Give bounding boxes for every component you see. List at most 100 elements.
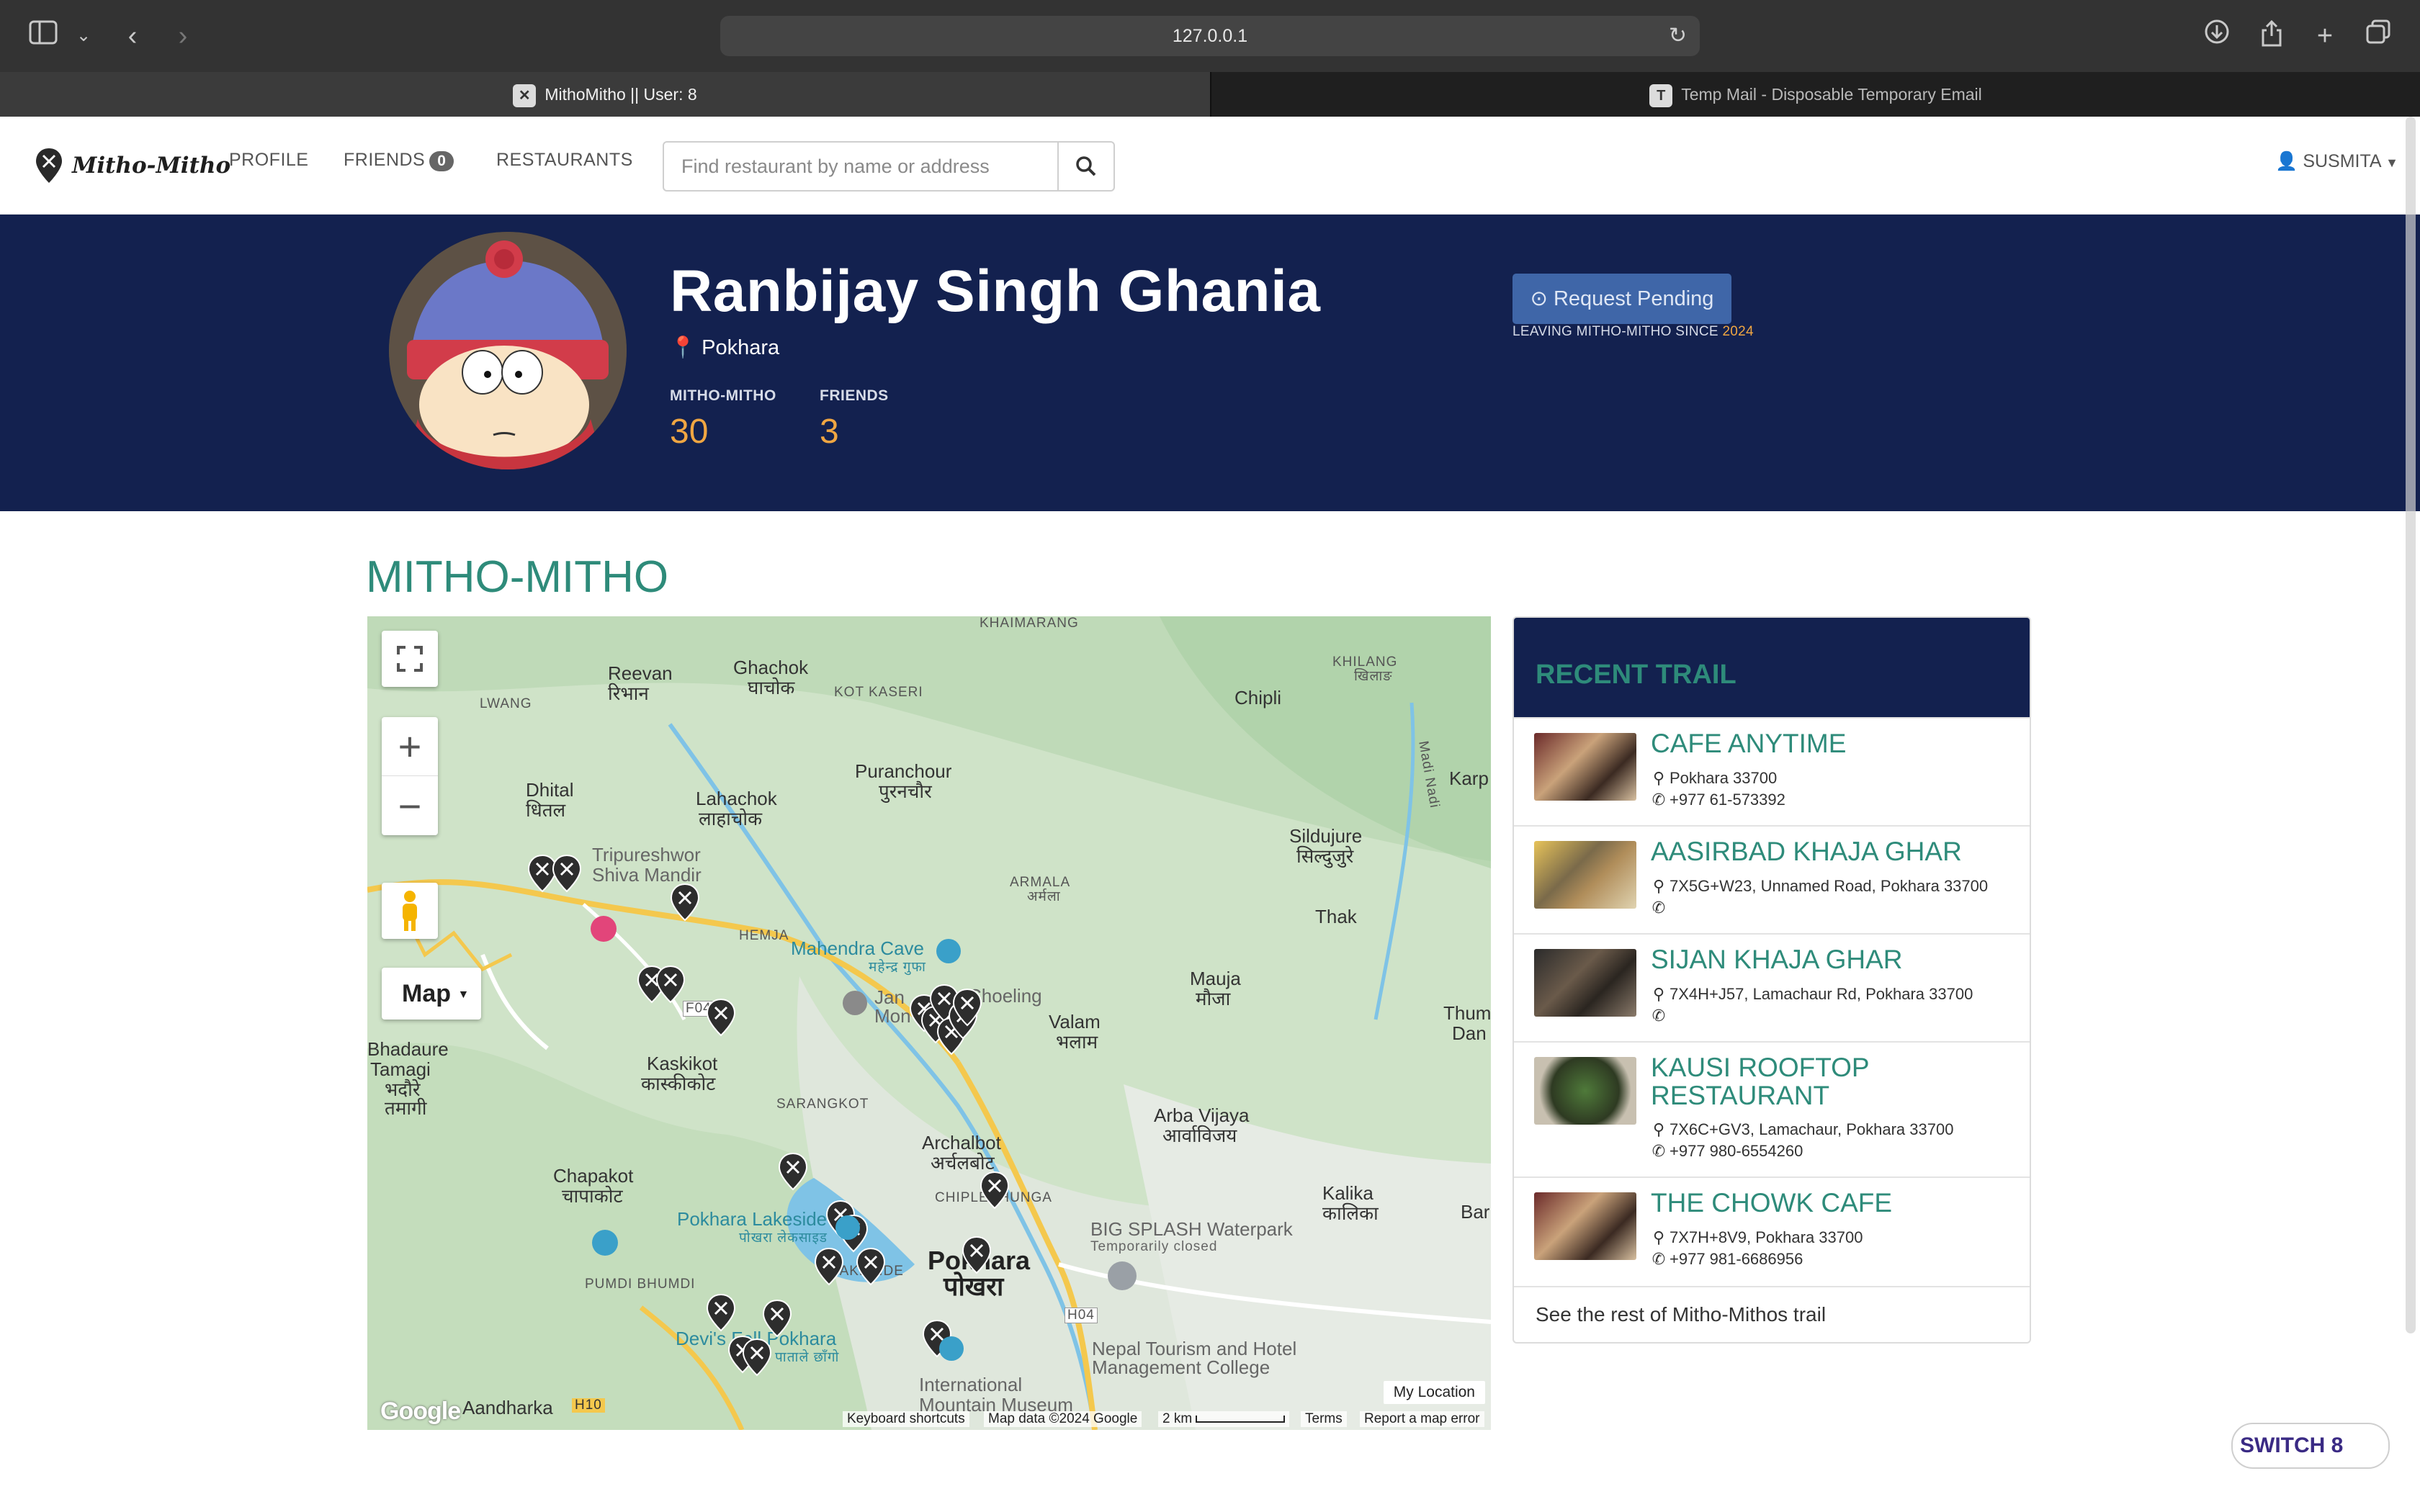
nav-profile-link[interactable]: PROFILE	[229, 150, 308, 171]
restaurant-marker-icon[interactable]	[742, 1338, 772, 1377]
restaurant-marker-icon[interactable]	[778, 1152, 808, 1191]
map-label: KHILANG	[1332, 654, 1398, 670]
caret-down-icon: ▼	[457, 989, 470, 1002]
tab-overview-icon[interactable]	[2361, 19, 2396, 53]
monastery-poi-icon[interactable]	[843, 991, 867, 1015]
request-pending-button[interactable]: ⊙ Request Pending	[1512, 274, 1731, 324]
trail-item[interactable]: CAFE ANYTIME ⚲ Pokhara 33700 ✆ +977 61-573…	[1514, 717, 2030, 825]
restaurant-marker-icon[interactable]	[952, 988, 982, 1027]
pegman-icon	[403, 891, 417, 931]
map-label: घाचोक	[748, 677, 795, 698]
reload-icon[interactable]: ↻	[1669, 16, 1687, 56]
new-tab-icon[interactable]: +	[2308, 19, 2342, 53]
trail-item[interactable]: KAUSI ROOFTOP RESTAURANT ⚲ 7X6C+GV3, Lama…	[1514, 1041, 2030, 1176]
map-label: पोखरा	[944, 1272, 1004, 1301]
map-type-dropdown[interactable]: Map ▼	[382, 968, 481, 1020]
restaurant-marker-icon[interactable]	[552, 854, 582, 893]
restaurant-name[interactable]: SIJAN KHAJA GHAR	[1651, 945, 2011, 974]
map-label: पुरनचौर	[879, 780, 932, 802]
stat-label: MITHO-MITHO	[670, 387, 776, 404]
restaurant-marker-icon[interactable]	[814, 1247, 844, 1286]
address-text: Pokhara 33700	[1670, 769, 1778, 787]
camera-poi-icon[interactable]	[936, 939, 961, 963]
map-label: PUMDI BHUMDI	[585, 1277, 696, 1292]
share-icon[interactable]	[2254, 19, 2289, 53]
page-scrollbar[interactable]	[2406, 117, 2416, 1333]
zoom-in-button[interactable]: +	[382, 717, 438, 776]
user-dropdown[interactable]: 👤 SUSMITA ▼	[2275, 151, 2398, 172]
restaurant-name[interactable]: THE CHOWK CAFE	[1651, 1189, 2011, 1218]
nav-friends-link[interactable]: FRIENDS 0	[344, 150, 454, 171]
report-map-error-link[interactable]: Report a map error	[1360, 1411, 1484, 1427]
see-rest-link[interactable]: See the rest of Mitho-Mithos trail	[1536, 1303, 1826, 1326]
restaurant-map[interactable]: KHAIMARANG KHILANG खिलाङ Reevan रिभान Gh…	[367, 616, 1491, 1430]
tab-mithomitho[interactable]: ✕ MithoMitho || User: 8	[0, 72, 1210, 117]
map-label: Pokhara Lakeside	[677, 1208, 828, 1230]
restaurant-name[interactable]: CAFE ANYTIME	[1651, 729, 2011, 758]
brand-logo[interactable]: Mitho-Mitho	[35, 145, 230, 186]
restaurant-marker-icon[interactable]	[706, 1293, 736, 1332]
camera-poi-icon[interactable]	[592, 1230, 618, 1256]
map-data-text: Map data ©2024 Google	[984, 1411, 1142, 1427]
trail-item[interactable]: SIJAN KHAJA GHAR ⚲ 7X4H+J57, Lamachaur Rd…	[1514, 933, 2030, 1041]
restaurant-marker-icon[interactable]	[670, 883, 700, 922]
map-label: Thum	[1443, 1002, 1491, 1024]
terms-link[interactable]: Terms	[1301, 1411, 1347, 1427]
user-icon: 👤	[2275, 151, 2298, 171]
zoom-controls: + −	[382, 717, 438, 835]
restaurant-address: ⚲ 7X7H+8V9, Pokhara 33700	[1651, 1228, 1863, 1247]
user-name: SUSMITA	[2303, 151, 2381, 171]
keyboard-shortcuts-link[interactable]: Keyboard shortcuts	[843, 1411, 969, 1427]
recent-trail-header: RECENT TRAIL	[1514, 618, 2030, 717]
chevron-down-icon[interactable]: ⌄	[66, 19, 101, 53]
map-scale: 2 km	[1158, 1411, 1290, 1427]
restaurant-marker-icon[interactable]	[962, 1236, 992, 1274]
restaurant-search	[663, 141, 1115, 192]
restaurant-marker-icon[interactable]	[856, 1247, 886, 1286]
restaurant-thumbnail	[1534, 841, 1636, 909]
restaurant-phone: ✆ +977 981-6686956	[1651, 1250, 1803, 1269]
map-label: सिल्दुजुरे	[1296, 845, 1354, 867]
nav-friends-label: FRIENDS	[344, 150, 426, 170]
map-marker-icon: ⚲	[1652, 1228, 1665, 1246]
address-text: 7X5G+W23, Unnamed Road, Pokhara 33700	[1670, 877, 1989, 895]
restaurant-marker-icon[interactable]	[655, 965, 686, 1004]
forward-icon[interactable]: ›	[166, 19, 200, 53]
tab-temp-mail[interactable]: T Temp Mail - Disposable Temporary Email	[1210, 72, 2420, 117]
restaurant-marker-icon[interactable]	[706, 998, 736, 1037]
restaurant-name[interactable]: AASIRBAD KHAJA GHAR	[1651, 837, 2011, 866]
stat-mitho-mitho: MITHO-MITHO 30	[670, 387, 776, 451]
trail-item[interactable]: THE CHOWK CAFE ⚲ 7X7H+8V9, Pokhara 33700 …	[1514, 1176, 2030, 1286]
trail-item[interactable]: AASIRBAD KHAJA GHAR ⚲ 7X5G+W23, Unnamed R…	[1514, 825, 2030, 933]
restaurant-address: ⚲ 7X5G+W23, Unnamed Road, Pokhara 33700	[1651, 877, 1988, 896]
member-since: LEAVING MITHO-MITHO SINCE 2024	[1512, 324, 1754, 340]
search-button[interactable]	[1057, 143, 1113, 190]
restaurant-marker-icon[interactable]	[762, 1299, 792, 1338]
my-location-button[interactable]: My Location	[1383, 1381, 1485, 1404]
map-label: Bhadaure	[367, 1038, 449, 1060]
restaurant-thumbnail	[1534, 733, 1636, 801]
waterpark-poi-icon[interactable]	[1108, 1261, 1137, 1290]
map-label: Lahachok	[696, 788, 777, 809]
nav-restaurants-link[interactable]: RESTAURANTS	[496, 150, 633, 171]
fullscreen-button[interactable]	[382, 631, 438, 687]
address-bar[interactable]: 127.0.0.1 ↻	[720, 16, 1700, 56]
map-label: Chipli	[1234, 687, 1282, 708]
museum-poi-icon[interactable]	[939, 1336, 964, 1361]
back-icon[interactable]: ‹	[115, 19, 150, 53]
place-pin-icon[interactable]	[591, 916, 617, 942]
map-label: मौजा	[1196, 988, 1231, 1009]
map-label: Sildujure	[1289, 825, 1363, 847]
phone-icon: ✆	[1652, 899, 1666, 917]
map-label: ARMALA	[1010, 875, 1071, 890]
switch-user-widget[interactable]: SWITCH 8	[2231, 1423, 2390, 1469]
trail-footer[interactable]: See the rest of Mitho-Mithos trail	[1514, 1286, 2030, 1342]
download-icon[interactable]	[2200, 19, 2234, 53]
sidebar-toggle-icon[interactable]	[26, 19, 60, 53]
search-input[interactable]	[664, 143, 1059, 190]
camera-poi-icon[interactable]	[835, 1215, 860, 1240]
zoom-out-button[interactable]: −	[382, 776, 438, 835]
street-view-pegman[interactable]	[382, 883, 438, 939]
restaurant-marker-icon[interactable]	[980, 1171, 1010, 1210]
restaurant-name[interactable]: KAUSI ROOFTOP RESTAURANT	[1651, 1053, 2011, 1110]
